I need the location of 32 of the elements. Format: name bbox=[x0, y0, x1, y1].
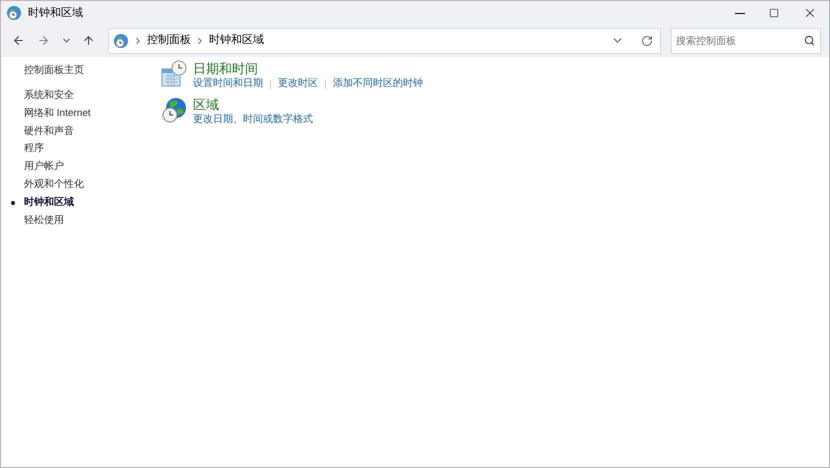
category-title[interactable]: 日期和时间 bbox=[193, 60, 423, 77]
sidebar-item[interactable]: 程序 bbox=[24, 142, 161, 156]
sidebar-item[interactable]: 时钟和区域 bbox=[24, 196, 161, 210]
sidebar-home-link[interactable]: 控制面板主页 bbox=[24, 64, 161, 78]
forward-arrow-icon bbox=[36, 34, 50, 47]
minimize-icon bbox=[735, 12, 745, 14]
sidebar-item[interactable]: 用户帐户 bbox=[24, 160, 161, 174]
back-arrow-icon bbox=[12, 34, 24, 47]
window-title: 时钟和区域 bbox=[28, 6, 83, 21]
task-link[interactable]: 添加不同时区的时钟 bbox=[333, 77, 423, 91]
sidebar-item[interactable]: 硬件和声音 bbox=[24, 124, 161, 139]
breadcrumb[interactable]: 控制面板 bbox=[147, 32, 191, 49]
sidebar-item[interactable]: 系统和安全 bbox=[24, 89, 161, 103]
globe-clock-icon bbox=[161, 96, 187, 124]
breadcrumb[interactable]: 时钟和区域 bbox=[209, 32, 264, 49]
calendar-clock-icon bbox=[161, 60, 187, 88]
up-arrow-icon bbox=[82, 34, 94, 47]
address-bar[interactable]: 控制面板 时钟和区域 bbox=[108, 28, 661, 54]
sidebar-item[interactable]: 网络和 Internet bbox=[24, 106, 161, 121]
search-field[interactable]: 搜索控制面板 bbox=[671, 28, 821, 54]
sidebar-item[interactable]: 轻松使用 bbox=[24, 214, 161, 228]
control-panel-icon bbox=[6, 5, 22, 21]
task-link[interactable]: 更改日期、时间或数字格式 bbox=[193, 113, 313, 127]
bullet-icon bbox=[11, 200, 15, 205]
control-panel-icon bbox=[113, 32, 129, 48]
sidebar-item[interactable]: 外观和个性化 bbox=[24, 178, 161, 192]
search-icon bbox=[804, 34, 815, 46]
maximize-icon bbox=[769, 8, 779, 18]
task-link[interactable]: 更改时区 bbox=[278, 77, 318, 91]
category-title[interactable]: 区域 bbox=[193, 96, 313, 113]
refresh-icon bbox=[641, 34, 653, 46]
task-link[interactable]: 设置时间和日期 bbox=[193, 77, 263, 91]
